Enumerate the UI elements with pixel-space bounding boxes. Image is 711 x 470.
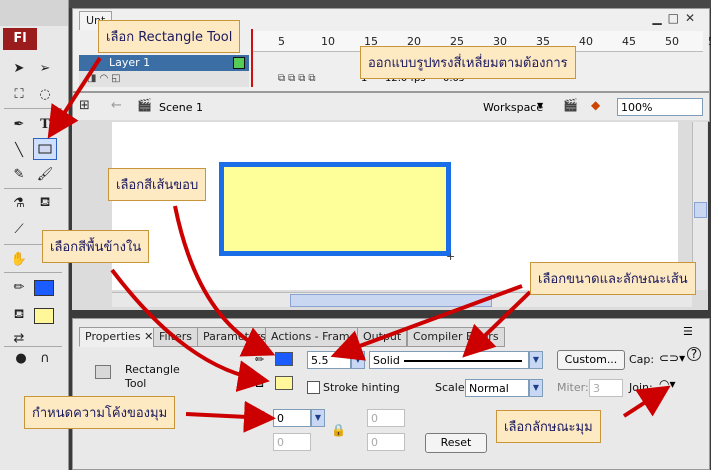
arrow-to-corner-radius	[185, 400, 276, 433]
callout-draw-shape: ออกแบบรูปทรงสี่เหลี่ยมตามต้องการ	[360, 46, 576, 79]
arrow-to-stroke-size	[330, 284, 523, 361]
arrow-to-fill-color	[110, 268, 270, 392]
arrow-to-rectangle-tool	[47, 56, 102, 139]
callout-stroke-color: เลือกสีเส้นขอบ	[108, 168, 207, 201]
callout-corner-radius: กำหนดความโค้งของมุม	[24, 396, 176, 429]
callout-fill-color: เลือกสีพื้นข้างใน	[42, 230, 150, 263]
callout-stroke-size-style: เลือกขนาดและลักษณะเส้น	[530, 262, 696, 295]
callout-select-tool: เลือก Rectangle Tool	[98, 20, 241, 53]
callout-join-style: เลือกลักษณะมุม	[496, 410, 601, 443]
arrow-to-join-style	[622, 385, 671, 418]
arrow-to-stroke-color	[173, 205, 276, 357]
